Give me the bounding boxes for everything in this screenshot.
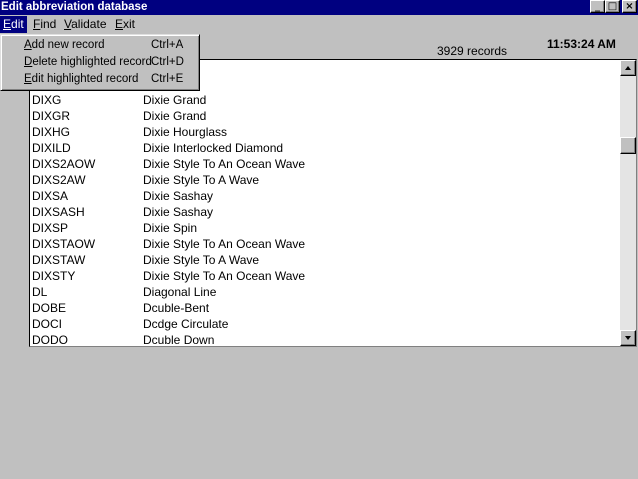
list-item[interactable]: DIXILD Dixie Interlocked Diamond [30, 140, 620, 156]
list-item-abbreviation: DL [32, 285, 48, 299]
menu-edit[interactable]: Edit [0, 16, 27, 33]
list-item-description: Dixie Sashay [143, 205, 214, 219]
scroll-thumb[interactable] [620, 137, 636, 154]
record-count: 3929 records [437, 44, 508, 58]
list-item-description: Dcuble Down [143, 333, 215, 347]
list-item[interactable]: DIXSASH Dixie Sashay [30, 204, 620, 220]
list-item[interactable]: DOBE Dcuble-Bent [30, 300, 620, 316]
list-item-description: Dixie Style To An Ocean Wave [143, 237, 306, 251]
list-item-description: Dixie Interlocked Diamond [143, 141, 284, 155]
menu-find[interactable]: Find [30, 16, 59, 33]
abbreviation-list[interactable]: mondmondDIXGDixie GrandDIXGRDixie GrandD… [29, 59, 637, 347]
minimize-button[interactable]: _ [590, 0, 605, 13]
list-item-description: Diagonal Line [143, 285, 217, 299]
list-item[interactable]: DIXSTY Dixie Style To An Ocean Wave [30, 268, 620, 284]
list-item[interactable]: DIXSP Dixie Spin [30, 220, 620, 236]
menu-validate[interactable]: Validate [61, 16, 110, 33]
list-item-description: Dcdge Circulate [143, 317, 229, 331]
list-item-abbreviation: DIXG [32, 93, 62, 107]
arrow-up-icon [625, 66, 631, 70]
app-window: Edit abbreviation database _ □ × Edit Fi… [0, 0, 638, 479]
list-item-abbreviation: DIXS2AW [32, 173, 86, 187]
list-item-abbreviation: DIXGR [32, 109, 71, 123]
shortcut-label: Ctrl+D [151, 56, 184, 68]
list-item-description: Dixie Style To An Ocean Wave [143, 269, 306, 283]
list-item-abbreviation: DIXSTAW [32, 253, 86, 267]
list-item[interactable]: DOCI Dcdge Circulate [30, 316, 620, 332]
list-item[interactable]: DIXGR Dixie Grand [30, 108, 620, 124]
menu-item-add-new-record[interactable]: Add new record Ctrl+A [3, 37, 197, 54]
edit-menu-dropdown: Add new record Ctrl+A Delete highlighted… [0, 34, 200, 91]
list-item[interactable]: DIXS2AOW Dixie Style To An Ocean Wave [30, 156, 620, 172]
list-item[interactable]: DIXSTAW Dixie Style To A Wave [30, 252, 620, 268]
shortcut-label: Ctrl+E [151, 73, 184, 85]
list-item-description: Dixie Style To A Wave [143, 173, 260, 187]
list-item-abbreviation: DOBE [32, 301, 67, 315]
vertical-scrollbar[interactable] [620, 60, 636, 346]
maximize-icon: □ [607, 1, 618, 12]
list-item-description: Dixie Style To A Wave [143, 253, 260, 267]
list-item[interactable]: DIXSA Dixie Sashay [30, 188, 620, 204]
list-item-abbreviation: DIXHG [32, 125, 71, 139]
list-item-description: Dixie Grand [143, 93, 207, 107]
list-item[interactable]: DL Diagonal Line [30, 284, 620, 300]
window-title: Edit abbreviation database [1, 1, 148, 13]
menu-exit[interactable]: Exit [112, 16, 138, 33]
list-item-abbreviation: DIXSTAOW [32, 237, 96, 251]
scroll-up-button[interactable] [620, 60, 636, 76]
list-item-abbreviation: DIXSASH [32, 205, 85, 219]
menu-item-delete-highlighted-record[interactable]: Delete highlighted record Ctrl+D [3, 54, 197, 71]
list-item-abbreviation: DIXSP [32, 221, 69, 235]
menu-bar: Edit Find Validate Exit [0, 15, 638, 34]
list-item-description: Dixie Spin [143, 221, 198, 235]
title-bar[interactable]: Edit abbreviation database _ □ × [0, 0, 638, 15]
arrow-down-icon [625, 336, 631, 340]
list-item-abbreviation: DIXSTY [32, 269, 76, 283]
close-icon: × [625, 1, 634, 12]
close-button[interactable]: × [622, 0, 637, 13]
minimize-icon: _ [595, 1, 600, 12]
list-item-description: Dixie Sashay [143, 189, 214, 203]
list-item-description: Dcuble-Bent [143, 301, 210, 315]
list-item[interactable]: DIXHG Dixie Hourglass [30, 124, 620, 140]
list-item-abbreviation: DIXILD [32, 141, 71, 155]
list-item-abbreviation: DIXS2AOW [32, 157, 96, 171]
list-item-abbreviation: DODO [32, 333, 68, 347]
list-item-abbreviation: DOCI [32, 317, 62, 331]
clock: 11:53:24 AM [547, 37, 616, 51]
shortcut-label: Ctrl+A [151, 39, 184, 51]
scroll-down-button[interactable] [620, 330, 636, 346]
list-item-description: Dixie Style To An Ocean Wave [143, 157, 306, 171]
list-item[interactable]: DIXSTAOW Dixie Style To An Ocean Wave [30, 236, 620, 252]
list-item-abbreviation: DIXSA [32, 189, 69, 203]
list-item[interactable]: DODO Dcuble Down [30, 332, 620, 347]
maximize-button[interactable]: □ [605, 0, 620, 13]
list-item-description: Dixie Grand [143, 109, 207, 123]
list-item[interactable]: DIXS2AW Dixie Style To A Wave [30, 172, 620, 188]
list-item-description: Dixie Hourglass [143, 125, 228, 139]
menu-item-edit-highlighted-record[interactable]: Edit highlighted record Ctrl+E [3, 71, 197, 88]
list-item[interactable]: DIXG Dixie Grand [30, 92, 620, 108]
